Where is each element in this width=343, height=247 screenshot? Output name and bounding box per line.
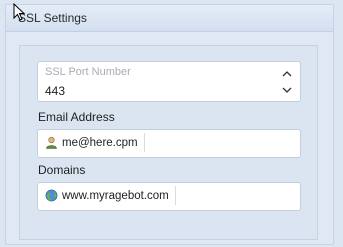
email-value: me@here.cpm bbox=[62, 136, 138, 149]
user-icon bbox=[46, 136, 57, 149]
domains-field[interactable]: www.myragebot.com bbox=[37, 182, 301, 211]
domain-value: www.myragebot.com bbox=[62, 189, 169, 202]
email-label: Email Address bbox=[38, 110, 115, 124]
ssl-port-spinner[interactable]: SSL Port Number 443 bbox=[37, 61, 301, 102]
chevron-up-icon[interactable] bbox=[280, 68, 294, 80]
globe-icon bbox=[45, 189, 58, 202]
domains-label: Domains bbox=[38, 163, 86, 177]
panel-title: SSL Settings bbox=[18, 11, 87, 25]
ssl-port-value[interactable]: 443 bbox=[45, 84, 65, 98]
panel-header[interactable]: SSL Settings bbox=[6, 5, 333, 32]
mouse-cursor-icon bbox=[13, 3, 25, 21]
chevron-down-icon[interactable] bbox=[280, 84, 294, 96]
email-token[interactable]: me@here.cpm bbox=[42, 133, 145, 152]
ssl-port-label: SSL Port Number bbox=[45, 66, 131, 78]
email-field[interactable]: me@here.cpm bbox=[37, 129, 301, 158]
domain-token[interactable]: www.myragebot.com bbox=[42, 186, 176, 205]
